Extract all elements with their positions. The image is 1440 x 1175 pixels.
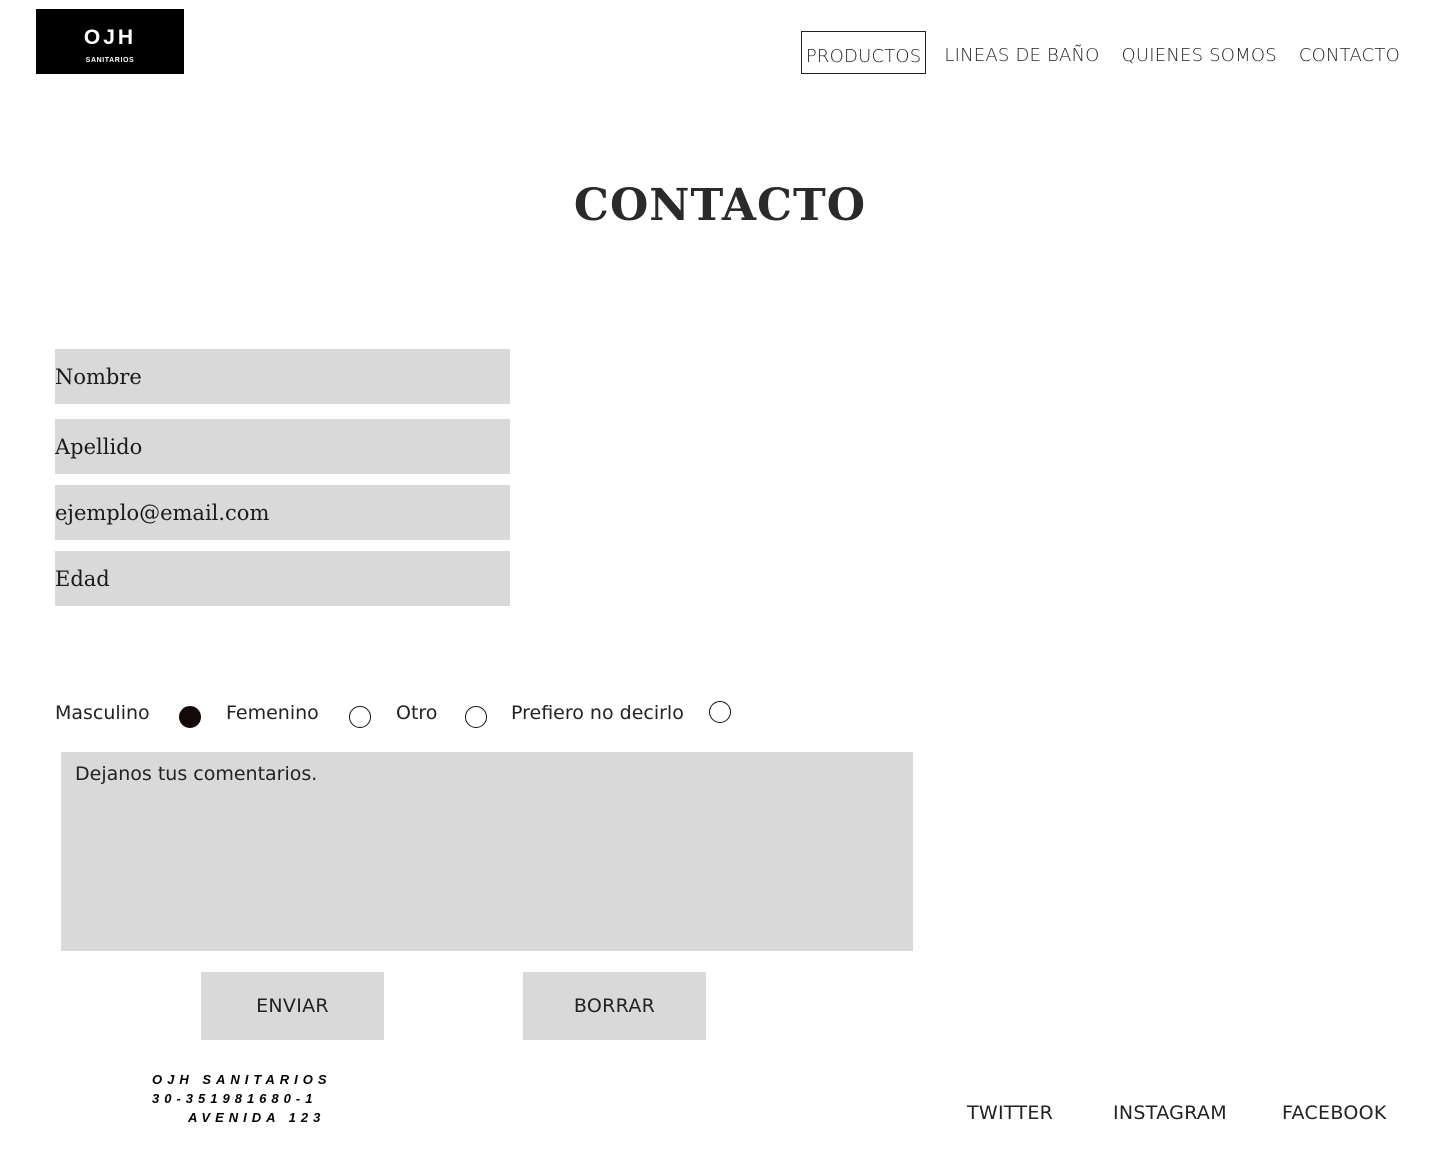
radio-label-otro: Otro [396, 702, 438, 724]
radio-prefiero-no-decirlo[interactable] [709, 701, 731, 723]
name-input[interactable] [55, 349, 510, 404]
page-title: CONTACTO [573, 180, 867, 231]
reset-button[interactable]: BORRAR [523, 972, 706, 1040]
radio-label-prefiero-no-decirlo: Prefiero no decirlo [511, 702, 684, 724]
instagram-link[interactable]: INSTAGRAM [1113, 1102, 1227, 1124]
nav-item-contacto[interactable]: CONTACTO [1295, 31, 1404, 74]
radio-label-femenino: Femenino [226, 702, 319, 724]
brand-logo[interactable]: OJH SANITARIOS [36, 9, 184, 74]
radio-masculino[interactable] [179, 706, 201, 728]
nav-item-productos[interactable]: PRODUCTOS [800, 31, 927, 74]
footer-phone: 30-351981680-1 [152, 1091, 318, 1106]
footer-company-info: OJH SANITARIOS 30-351981680-1 AVENIDA 12… [152, 1070, 332, 1127]
footer-address: AVENIDA 123 [188, 1110, 326, 1125]
radio-otro[interactable] [465, 706, 487, 728]
gender-radio-group: Masculino Femenino Otro Prefiero no deci… [55, 700, 775, 730]
main-nav: PRODUCTOS LINEAS DE BAÑO QUIENES SOMOS C… [787, 31, 1404, 74]
radio-label-masculino: Masculino [55, 702, 150, 724]
nav-item-quienes-somos[interactable]: QUIENES SOMOS [1118, 31, 1281, 74]
logo-main-text: OJH [83, 26, 137, 49]
radio-femenino[interactable] [349, 706, 371, 728]
facebook-link[interactable]: FACEBOOK [1282, 1102, 1387, 1124]
comments-textarea[interactable] [61, 752, 913, 951]
email-input[interactable] [55, 485, 510, 540]
footer-company-name: OJH SANITARIOS [152, 1072, 332, 1087]
lastname-input[interactable] [55, 419, 510, 474]
submit-button[interactable]: ENVIAR [201, 972, 384, 1040]
twitter-link[interactable]: TWITTER [967, 1102, 1053, 1124]
logo-sub-text: SANITARIOS [85, 57, 135, 64]
age-input[interactable] [55, 551, 510, 606]
nav-item-lineas-de-bano[interactable]: LINEAS DE BAÑO [940, 31, 1103, 74]
